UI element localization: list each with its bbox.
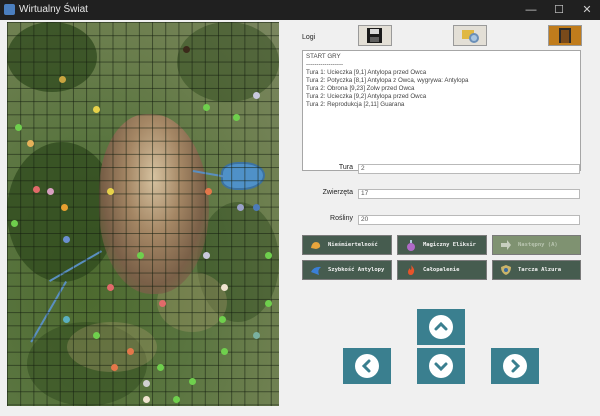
grass-organism bbox=[93, 332, 100, 339]
maximize-button[interactable]: ☐ bbox=[546, 0, 572, 20]
arrow-left-icon bbox=[361, 359, 371, 373]
plants-field[interactable]: 20 bbox=[358, 215, 580, 225]
turn-label: Tura bbox=[338, 164, 353, 171]
organism bbox=[203, 252, 210, 259]
organism bbox=[47, 188, 54, 195]
organism bbox=[61, 204, 68, 211]
grass-organism bbox=[219, 316, 226, 323]
floppy-save-icon bbox=[367, 28, 382, 43]
elixir-label: Magiczny Eliksir bbox=[423, 242, 476, 248]
next-turn-button[interactable]: Następny (A) bbox=[492, 235, 581, 255]
app-icon bbox=[4, 4, 15, 15]
organism bbox=[63, 316, 70, 323]
move-down-button[interactable] bbox=[417, 348, 465, 384]
organism bbox=[159, 300, 166, 307]
move-right-button[interactable] bbox=[491, 348, 539, 384]
log-line: Tura 2: Potyczka [8,1] Antylopa z Owca, … bbox=[306, 77, 469, 84]
turn-field[interactable]: 2 bbox=[358, 164, 580, 174]
arrow-up-icon bbox=[434, 321, 448, 331]
organism bbox=[107, 284, 114, 291]
move-left-button[interactable] bbox=[343, 348, 391, 384]
alzur-shield-button[interactable]: Tarcza Alzura bbox=[492, 260, 581, 280]
animals-label: Zwierzęta bbox=[322, 189, 353, 196]
log-line: Tura 1: Ucieczka [9,1] Antylopa przed Ow… bbox=[306, 69, 427, 76]
organism bbox=[27, 140, 34, 147]
grass-organism bbox=[265, 252, 272, 259]
move-up-button[interactable] bbox=[417, 309, 465, 345]
organism bbox=[127, 348, 134, 355]
window-title: Wirtualny Świat bbox=[19, 4, 88, 15]
logs-text-area[interactable]: START GRY ------------------ Tura 1: Uci… bbox=[302, 50, 581, 171]
organism bbox=[143, 380, 150, 387]
antelope-speed-button[interactable]: Szybkość Antylopy bbox=[302, 260, 392, 280]
load-button[interactable] bbox=[453, 25, 487, 46]
grass-organism bbox=[233, 114, 240, 121]
organism bbox=[107, 188, 114, 195]
exit-button[interactable] bbox=[548, 25, 582, 46]
grass-organism bbox=[203, 104, 210, 111]
main-panel: Logi START GRY ------------------ Tura 1… bbox=[0, 20, 600, 416]
fire-icon bbox=[408, 265, 415, 275]
log-line: Tura 2: Obrona [9,23] Zolw przed Owca bbox=[306, 85, 415, 92]
burning-label: Całopalenie bbox=[423, 267, 460, 273]
burning-button[interactable]: Całopalenie bbox=[397, 260, 487, 280]
grass-organism bbox=[15, 124, 22, 131]
minimize-button[interactable]: — bbox=[518, 0, 544, 20]
exit-door-icon bbox=[559, 28, 571, 43]
plants-label: Rośliny bbox=[330, 215, 353, 222]
organism bbox=[221, 284, 228, 291]
title-bar: Wirtualny Świat — ☐ ✕ bbox=[0, 0, 600, 20]
load-world-icon bbox=[462, 30, 479, 43]
grass-organism bbox=[221, 348, 228, 355]
save-button[interactable] bbox=[358, 25, 392, 46]
tree-organism bbox=[183, 46, 190, 53]
log-line: Tura 2: Reprodukcja [2,11] Guarana bbox=[306, 101, 405, 108]
organism bbox=[253, 332, 260, 339]
antelope-speed-label: Szybkość Antylopy bbox=[328, 267, 385, 273]
shield-icon bbox=[501, 265, 511, 275]
next-turn-label: Następny (A) bbox=[518, 242, 558, 248]
animals-field[interactable]: 17 bbox=[358, 189, 580, 199]
arrow-right-icon bbox=[501, 240, 511, 250]
organism bbox=[143, 396, 150, 403]
grass-organism bbox=[137, 252, 144, 259]
arrow-right-icon bbox=[511, 359, 521, 373]
log-line: START GRY bbox=[306, 53, 341, 60]
immortality-label: Nieśmiertelność bbox=[328, 242, 378, 248]
grass-organism bbox=[189, 378, 196, 385]
alzur-shield-label: Tarcza Alzura bbox=[518, 267, 562, 273]
organism bbox=[253, 204, 260, 211]
immortality-button[interactable]: Nieśmiertelność bbox=[302, 235, 392, 255]
organism bbox=[237, 204, 244, 211]
organism bbox=[33, 186, 40, 193]
world-map[interactable] bbox=[7, 22, 279, 406]
map-grid bbox=[7, 22, 279, 406]
organism bbox=[59, 76, 66, 83]
elixir-button[interactable]: Magiczny Eliksir bbox=[397, 235, 487, 255]
organism bbox=[63, 236, 70, 243]
speed-icon bbox=[311, 266, 321, 275]
log-line: ------------------ bbox=[306, 61, 344, 68]
arrow-down-icon bbox=[434, 362, 448, 372]
grass-organism bbox=[265, 300, 272, 307]
organism bbox=[93, 106, 100, 113]
organism bbox=[205, 188, 212, 195]
organism bbox=[253, 92, 260, 99]
potion-icon bbox=[407, 240, 415, 251]
grass-organism bbox=[157, 364, 164, 371]
grass-organism bbox=[173, 396, 180, 403]
close-button[interactable]: ✕ bbox=[574, 0, 600, 20]
muscle-icon bbox=[311, 242, 321, 249]
log-line: Tura 2: Ucieczka [9,2] Antylopa przed Ow… bbox=[306, 93, 427, 100]
logs-label: Logi bbox=[302, 34, 316, 41]
organism bbox=[111, 364, 118, 371]
grass-organism bbox=[11, 220, 18, 227]
